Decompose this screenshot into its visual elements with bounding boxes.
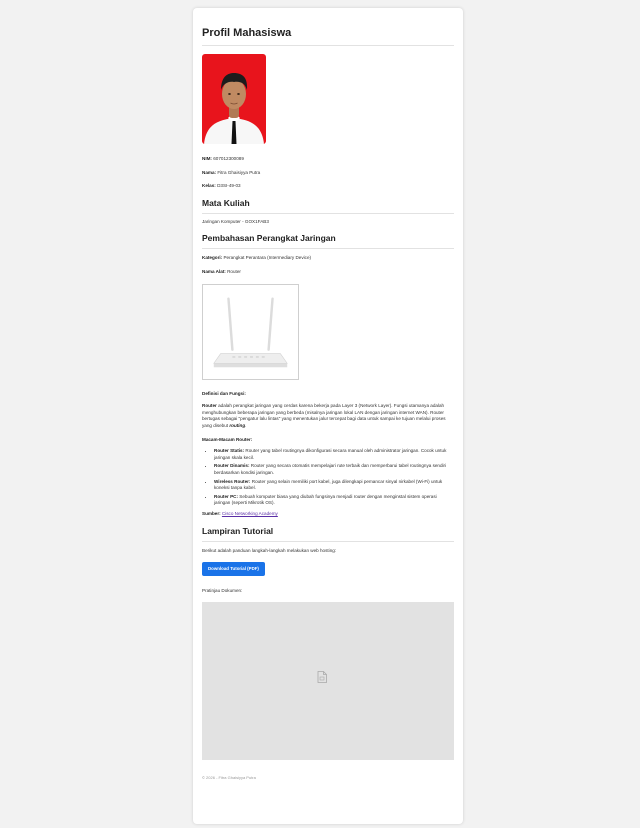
download-tutorial-button[interactable]: Download Tutorial (PDF) — [202, 562, 265, 577]
kelas-value: D3SI-49-03 — [217, 183, 241, 189]
definisi-paragraph: Router adalah perangkat jaringan yang ce… — [202, 403, 446, 428]
definisi-heading-text: Definisi dan Fungsi: — [202, 390, 246, 396]
list-item: Router PC: Sebuah komputer biasa yang di… — [214, 494, 454, 507]
nama-line: Nama: Fitra Ghaisiyya Putra — [202, 170, 454, 177]
nim-label: NIM: — [202, 156, 212, 161]
nim-line: NIM: 607012300089 — [202, 156, 454, 163]
document-preview[interactable] — [202, 601, 454, 760]
definisi-router-bold: Router — [202, 403, 217, 409]
router-type-desc: Router yang tabel routingnya dikonfigura… — [214, 448, 447, 460]
lampiran-heading: Lampiran Tutorial — [202, 526, 454, 543]
list-item: Router Dinamis: Router yang secara otoma… — [214, 463, 454, 476]
kelas-line: Kelas: D3SI-49-03 — [202, 183, 454, 190]
nim-value: 607012300089 — [213, 156, 244, 161]
sumber-line: Sumber: Cisco Networking Academy — [202, 511, 454, 518]
nama-value: Fitra Ghaisiyya Putra — [217, 169, 261, 175]
list-item: Router Statis: Router yang tabel routing… — [214, 448, 454, 461]
router-types-list: Router Statis: Router yang tabel routing… — [214, 448, 454, 507]
nama-alat-value: Router — [227, 268, 241, 274]
list-item: Wireless Router: Router yang selain memi… — [214, 479, 454, 492]
router-image — [202, 283, 299, 380]
profile-card: Profil Mahasiswa NIM: 607012300089 Nama:… — [193, 8, 463, 824]
pembahasan-heading: Pembahasan Perangkat Jaringan — [202, 233, 454, 250]
nama-label: Nama: — [202, 169, 217, 175]
router-type-name: Router Statis: — [214, 448, 245, 454]
document-icon — [317, 670, 327, 683]
kelas-label: Kelas: — [202, 183, 216, 189]
preview-label: Pratinjau Dokumen: — [202, 588, 243, 594]
macam-heading: Macam-Macam Router: — [202, 437, 454, 444]
router-type-desc: Router yang secara otomatis mempelajari … — [214, 463, 447, 475]
sumber-label: Sumber: — [202, 510, 221, 516]
router-type-name: Router Dinamis: — [214, 463, 250, 469]
sumber-link[interactable]: Cisco Networking Academy — [222, 511, 278, 516]
definisi-routing: routing — [229, 422, 246, 428]
macam-heading-text: Macam-Macam Router: — [202, 436, 253, 442]
definisi-heading: Definisi dan Fungsi: — [202, 391, 454, 398]
lampiran-intro: Berikut adalah panduan langkah-langkah m… — [202, 548, 337, 554]
router-type-name: Wireless Router: — [214, 478, 251, 484]
router-type-name: Router PC: — [214, 493, 238, 499]
kategori-value: Perangkat Perantara (Intermediary Device… — [223, 255, 312, 261]
student-photo — [202, 54, 266, 144]
mata-kuliah-heading: Mata Kuliah — [202, 198, 454, 214]
page-title: Profil Mahasiswa — [202, 8, 454, 46]
kategori-line: Kategori: Perangkat Perantara (Intermedi… — [202, 255, 454, 262]
nama-alat-label: Nama Alat: — [202, 268, 226, 274]
kategori-label: Kategori: — [202, 255, 223, 261]
nama-alat-line: Nama Alat: Router — [202, 269, 454, 276]
router-type-desc: Sebuah komputer biasa yang diubah fungsi… — [214, 493, 437, 506]
course-name: Jaringan Komputer - GOX1FAB3 — [202, 218, 269, 224]
footer: © 2026 - Fitra Ghaisiyya Putra — [202, 774, 256, 780]
